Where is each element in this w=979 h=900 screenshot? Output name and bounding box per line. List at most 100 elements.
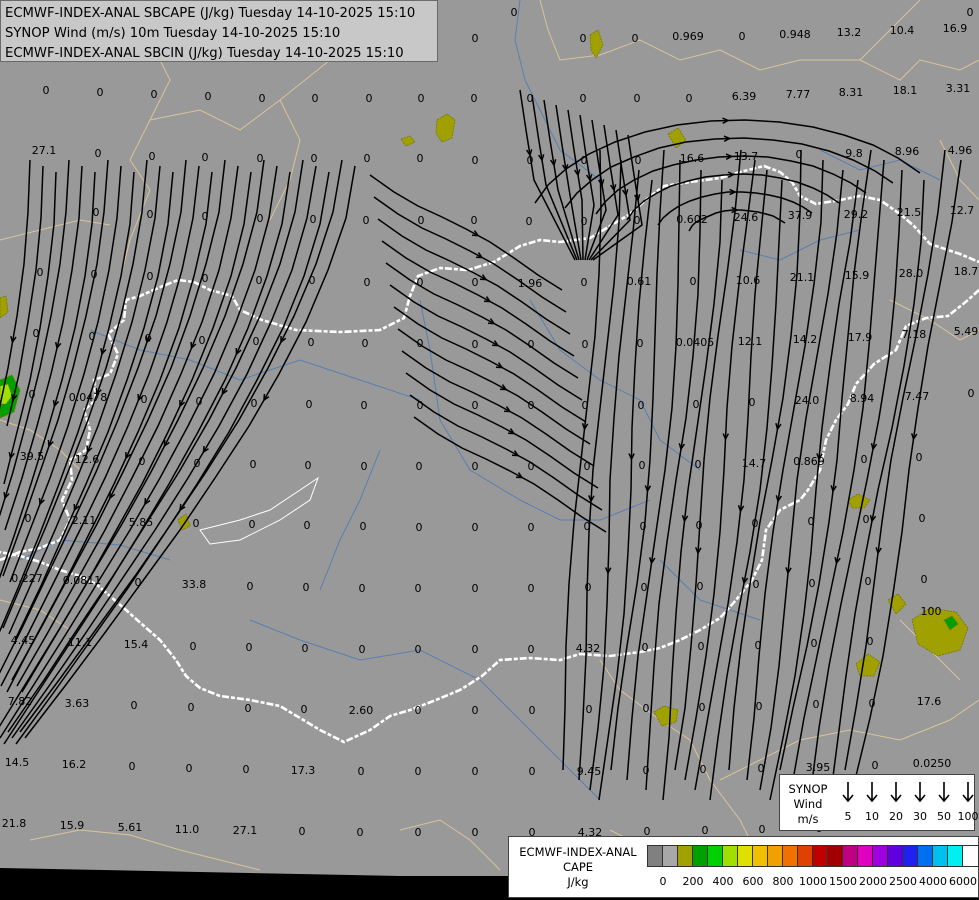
cape-value-label: 0 — [580, 32, 587, 45]
cape-value-label: 0 — [581, 276, 588, 289]
cape-value-label: 3.63 — [65, 697, 90, 710]
weather-map[interactable]: 0 0 0 0 0 0 0 0 0 0 0.969 0 0.948 13.2 10.4 16.9 0 0 0 0 0 0 0… — [0, 0, 979, 900]
cape-value-label: 0 — [968, 387, 975, 400]
cape-value-label: 0 — [638, 399, 645, 412]
cape-value-label: 0 — [139, 455, 146, 468]
cape-value-label: 0 — [147, 270, 154, 283]
cape-value-label: 12.6 — [75, 453, 100, 466]
cape-value-label: 0 — [690, 275, 697, 288]
cape-legend-tick: 400 — [712, 875, 734, 888]
cape-value-label: 0 — [696, 519, 703, 532]
title-line-cape: ECMWF-INDEX-ANAL SBCAPE (J/kg) Tuesday 1… — [5, 6, 416, 21]
cape-value-label: 0 — [527, 92, 534, 105]
cape-value-label: 0 — [528, 521, 535, 534]
cape-value-label: 0 — [190, 640, 197, 653]
cape-value-label: 0 — [632, 32, 639, 45]
cape-color-swatch — [798, 846, 813, 866]
cape-value-label: 0 — [245, 702, 252, 715]
cape-value-label: 0 — [362, 337, 369, 350]
cape-value-label: 0 — [472, 32, 479, 45]
cape-value-label: 4.45 — [11, 634, 36, 647]
cape-value-label: 0 — [312, 92, 319, 105]
cape-value-label: 0 — [415, 765, 422, 778]
wind-arrow-icon — [962, 782, 974, 803]
cape-value-label: 0 — [865, 575, 872, 588]
cape-legend-tick: 600 — [742, 875, 764, 888]
cape-value-label: 0 — [581, 215, 588, 228]
wind-legend-item: 50 — [932, 781, 956, 823]
cape-value-label: 9.8 — [845, 147, 863, 160]
cape-value-label: 0.948 — [779, 28, 811, 41]
cape-color-swatch — [693, 846, 708, 866]
cape-value-label: 0 — [472, 582, 479, 595]
cape-value-label: 7.18 — [902, 328, 927, 341]
cape-value-label: 0 — [472, 765, 479, 778]
cape-value-label: 0 — [306, 398, 313, 411]
cape-value-label: 0 — [415, 704, 422, 717]
cape-value-label: 0 — [302, 642, 309, 655]
cape-value-label: 0 — [796, 148, 803, 161]
cape-value-label: 13.2 — [837, 26, 862, 39]
wind-legend-item: 20 — [884, 781, 908, 823]
cape-value-label: 28.0 — [899, 267, 924, 280]
cape-value-label: 0 — [129, 760, 136, 773]
title-line-wind: SYNOP Wind (m/s) 10m Tuesday 14-10-2025 … — [5, 26, 341, 41]
wind-speed-label: 10 — [865, 810, 879, 823]
cape-value-label: 0 — [472, 154, 479, 167]
cape-legend-tick: 6000 — [949, 875, 977, 888]
cape-value-label: 0 — [257, 152, 264, 165]
cape-value-label: 0 — [639, 459, 646, 472]
cape-value-label: 0 — [697, 580, 704, 593]
cape-value-label: 0 — [872, 759, 879, 772]
cape-value-label: 0 — [811, 637, 818, 650]
wind-arrow-icon — [938, 782, 950, 803]
cape-value-label: 16.2 — [62, 758, 87, 771]
cape-value-label: 0 — [135, 576, 142, 589]
cape-value-label: 24.0 — [795, 394, 820, 407]
cape-value-label: 0 — [43, 84, 50, 97]
cape-value-label: 0 — [472, 826, 479, 839]
cape-legend-title: ECMWF-INDEX-ANAL CAPE J/kg — [519, 845, 637, 889]
wind-legend-item: 10 — [860, 781, 884, 823]
cape-color-swatch — [843, 846, 858, 866]
cape-value-label: 0 — [29, 388, 36, 401]
cape-value-label: 0 — [131, 699, 138, 712]
cape-value-label: 0 — [919, 512, 926, 525]
cape-value-label: 3.31 — [946, 82, 971, 95]
cape-value-label: 0 — [756, 700, 763, 713]
cape-value-label: 24.6 — [734, 211, 759, 224]
cape-value-label: 12.1 — [738, 335, 763, 348]
wind-legend: SYNOP Wind m/s 5 10 20 30 50 100 — [779, 774, 979, 831]
cape-value-label: 0 — [417, 276, 424, 289]
cape-value-label: 4.32 — [576, 642, 601, 655]
cape-value-label: 27.1 — [32, 144, 57, 157]
cape-value-label: 0 — [472, 704, 479, 717]
cape-color-swatch — [813, 846, 828, 866]
wind-speed-label: 5 — [844, 810, 852, 823]
cape-value-label: 0 — [471, 92, 478, 105]
cape-legend-tick: 1500 — [829, 875, 857, 888]
cape-value-label: 0 — [527, 154, 534, 167]
cape-value-label: 0.227 — [11, 572, 43, 585]
cape-value-label: 21.5 — [897, 206, 922, 219]
cape-value-label: 0 — [693, 398, 700, 411]
cape-value-label: 0 — [759, 823, 766, 836]
cape-value-label: 0 — [311, 152, 318, 165]
cape-value-label: 0 — [584, 520, 591, 533]
cape-value-label: 0 — [643, 764, 650, 777]
cape-value-label: 0 — [93, 206, 100, 219]
cape-value-label: 27.1 — [233, 824, 258, 837]
cape-value-label: 0 — [417, 337, 424, 350]
cape-value-label: 0.969 — [672, 30, 704, 43]
cape-value-label: 0 — [415, 826, 422, 839]
cape-value-label: 8.94 — [850, 392, 875, 405]
cape-legend-tick: 2500 — [889, 875, 917, 888]
cape-value-label: 0 — [417, 399, 424, 412]
cape-value-label: 0 — [472, 338, 479, 351]
cape-color-swatch — [648, 846, 663, 866]
cape-value-label: 0 — [243, 763, 250, 776]
cape-value-label: 0 — [511, 6, 518, 19]
cape-value-label: 0 — [257, 212, 264, 225]
wind-arrow-icon — [914, 782, 926, 803]
wind-speed-label: 20 — [889, 810, 903, 823]
